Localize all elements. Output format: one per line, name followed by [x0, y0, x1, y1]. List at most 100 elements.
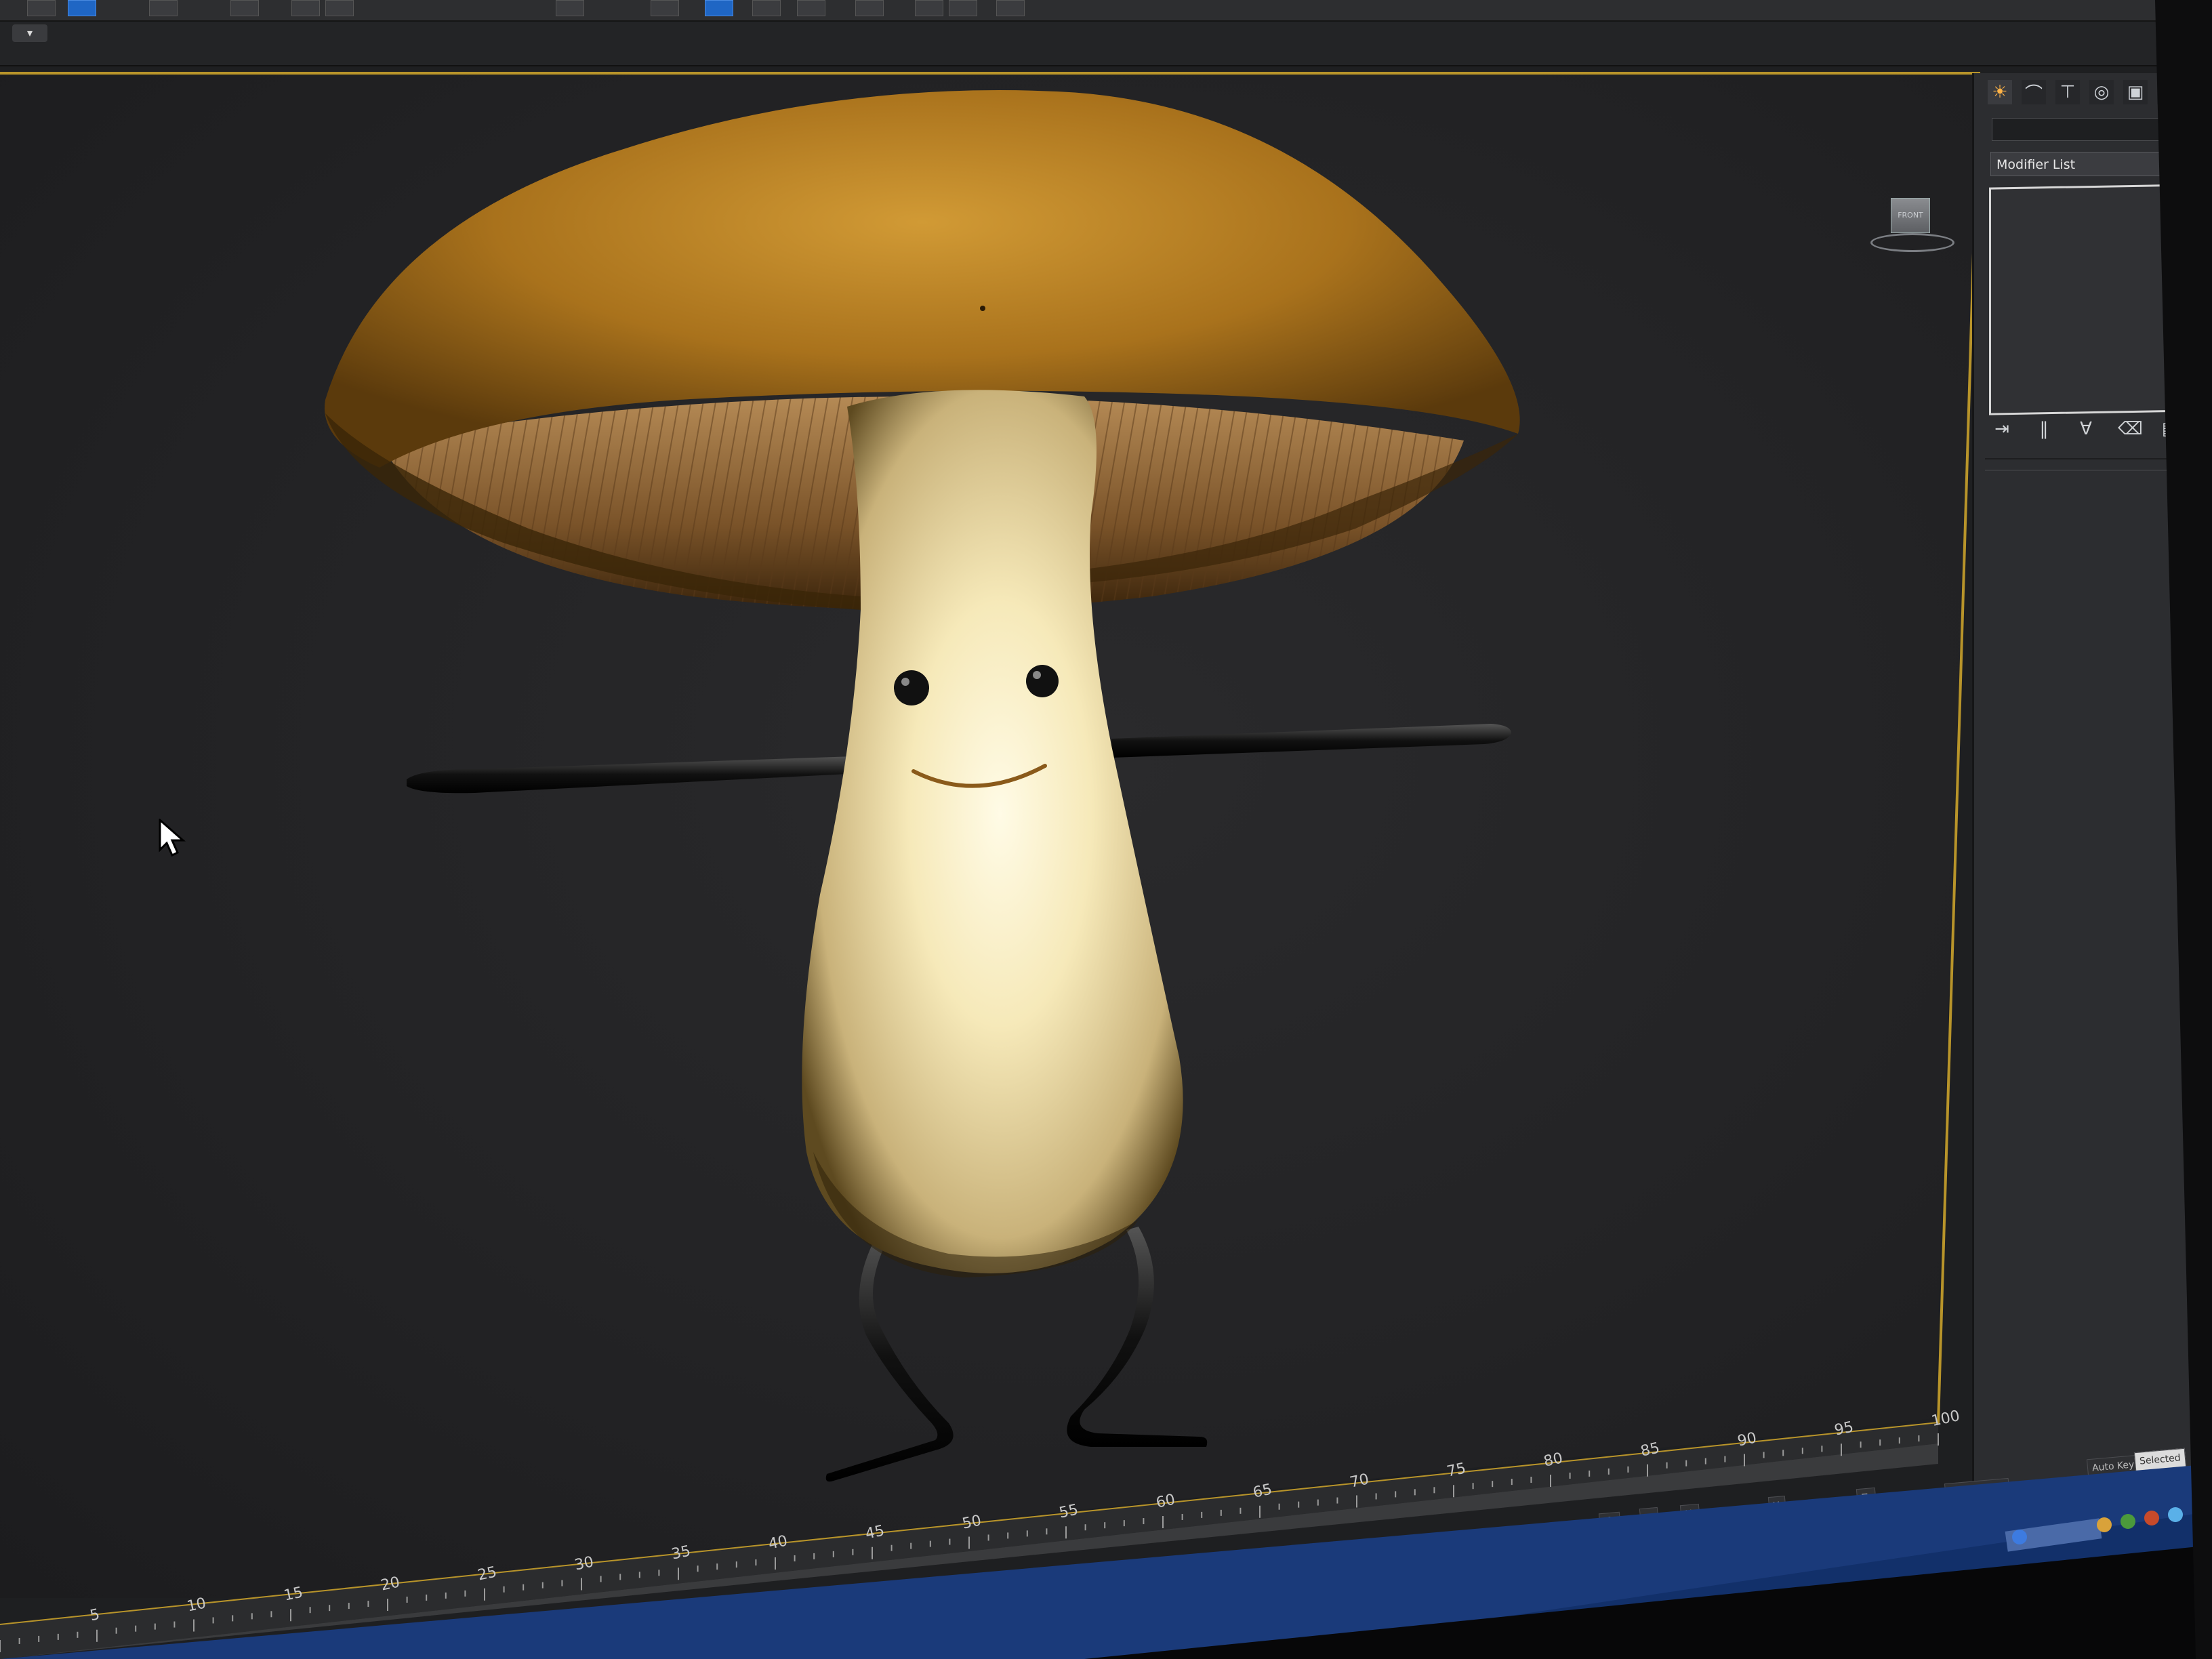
modifier-stack[interactable]	[1989, 184, 2196, 415]
toolbar-button[interactable]	[996, 0, 1025, 16]
create-tab[interactable]: ☀	[1988, 80, 2012, 104]
motion-icon: ◎	[2093, 82, 2110, 102]
z-coordinate[interactable]: Z:	[1856, 1487, 1877, 1509]
hammer-icon: ⚒	[2161, 82, 2177, 102]
object-name-input[interactable]	[1992, 118, 2180, 141]
toolbar-button[interactable]	[915, 0, 943, 16]
toolbar-button[interactable]	[752, 0, 781, 16]
pin-stack-button[interactable]: ⇥	[1992, 419, 2012, 439]
x-coordinate-label: X:	[1685, 1508, 1696, 1520]
lock-selection-button[interactable]: 🔒	[1598, 1511, 1622, 1533]
app-icon[interactable]	[2121, 1514, 2135, 1529]
timeline-tick-label: 15	[282, 1584, 305, 1605]
show-end-result-button[interactable]: ‖	[2034, 419, 2054, 439]
modify-tab[interactable]: ⌒	[2022, 80, 2046, 104]
app-icon[interactable]	[2097, 1517, 2112, 1532]
toolbar-button[interactable]	[651, 0, 679, 16]
toolbar-button[interactable]	[325, 0, 354, 16]
modifier-stack-tools: ⇥ ‖ ∀ ⌫ ▤	[1992, 419, 2180, 439]
z-coordinate-label: Z:	[1861, 1492, 1872, 1504]
chevron-down-icon: ▾	[26, 26, 33, 39]
toolbar-button[interactable]	[949, 0, 977, 16]
curve-icon: ⌒	[2024, 83, 2043, 104]
timeline-tick-label: 90	[1736, 1429, 1759, 1450]
modifier-list-label: Modifier List	[1996, 157, 2076, 172]
grid-label: Grid = 10.0	[1949, 1482, 2005, 1498]
display-icon: ▣	[2127, 82, 2144, 102]
command-panel: ☀ ⌒ ⊤ ◎ ▣ ⚒ Modifier List ▼ ⇥ ‖ ∀ ⌫ ▤	[1972, 73, 2212, 1510]
toolbar-button[interactable]	[230, 0, 259, 16]
key-filters-button[interactable]: Key Filters...	[2160, 1471, 2212, 1508]
pin-stack-icon: ⇥	[1994, 419, 2009, 439]
timeline-tick-label: 35	[670, 1542, 693, 1563]
timeline-tick-label: 10	[185, 1594, 208, 1616]
configure-sets-button[interactable]: ▤	[2160, 419, 2180, 439]
timeline-tick-label: 55	[1057, 1501, 1080, 1522]
mouse-pointer-icon	[159, 819, 186, 857]
timeline-tick-label: 50	[960, 1511, 983, 1533]
timeline-tick-label: 30	[573, 1553, 596, 1574]
absolute-mode-button[interactable]: ▦	[1639, 1507, 1660, 1528]
toolbar-button[interactable]	[556, 0, 584, 16]
modifier-list-arrow[interactable]: ▼	[2186, 152, 2202, 176]
utilities-tab[interactable]: ⚒	[2157, 80, 2182, 104]
lock-icon: 🔒	[1603, 1516, 1617, 1528]
viewcube-label: FRONT	[1898, 211, 1923, 220]
select-button[interactable]	[68, 0, 96, 16]
timeline-tick-label: 70	[1348, 1470, 1371, 1492]
make-unique-icon: ∀	[2080, 419, 2092, 439]
timeline-tick-label: 60	[1154, 1491, 1177, 1512]
right-leg	[1067, 1227, 1208, 1447]
app-icon[interactable]	[2012, 1530, 2027, 1544]
timeline-tick-label: 80	[1542, 1450, 1565, 1471]
timeline-tick-label: 75	[1445, 1460, 1468, 1481]
viewport-menu-button[interactable]: ▾	[12, 24, 47, 42]
show-end-result-icon: ‖	[2039, 419, 2049, 439]
hierarchy-tab[interactable]: ⊤	[2055, 80, 2080, 104]
display-tab[interactable]: ▣	[2123, 80, 2148, 104]
front-viewport[interactable]: FRONT	[0, 73, 1979, 1598]
y-coordinate[interactable]: Y:	[1767, 1495, 1787, 1517]
left-arm	[407, 756, 874, 794]
make-unique-button[interactable]: ∀	[2076, 419, 2096, 439]
transform-mode-icon: ▦	[1644, 1511, 1654, 1523]
timeline-tick-label: 65	[1251, 1481, 1274, 1502]
selected-label: Selected	[2139, 1452, 2182, 1467]
set-key-button[interactable]: Set Key	[2086, 1479, 2133, 1502]
right-arm	[1111, 724, 1511, 758]
app-icon[interactable]	[2144, 1511, 2159, 1525]
modifier-list-dropdown[interactable]: Modifier List	[1990, 152, 2186, 176]
object-color-swatch[interactable]	[2183, 118, 2200, 141]
right-eye	[1026, 665, 1059, 697]
right-eye-highlight	[1033, 671, 1041, 679]
command-panel-tabs: ☀ ⌒ ⊤ ◎ ▣ ⚒	[1988, 80, 2182, 104]
chevron-down-icon: ▼	[2190, 159, 2198, 169]
cap-spot	[980, 306, 985, 311]
x-coordinate[interactable]: X:	[1679, 1503, 1701, 1525]
toolbar-button[interactable]	[149, 0, 178, 16]
select-and-move-button[interactable]	[705, 0, 733, 16]
toolbar-button[interactable]	[797, 0, 825, 16]
left-eye-highlight	[901, 678, 909, 686]
timeline-tick-label: 40	[766, 1532, 790, 1553]
viewcube-compass-ring[interactable]	[1870, 233, 1954, 252]
viewcube[interactable]: FRONT	[1891, 198, 1930, 233]
toolbar-button[interactable]	[27, 0, 56, 16]
remove-modifier-button[interactable]: ⌫	[2118, 419, 2143, 439]
remove-modifier-icon: ⌫	[2118, 419, 2143, 439]
set-key-label: Set Key	[2091, 1483, 2129, 1498]
timeline-tick-label: 45	[863, 1522, 886, 1543]
y-coordinate-label: Y:	[1773, 1500, 1782, 1512]
secondary-toolbar	[0, 22, 2212, 66]
key-filters-label: Key Filters...	[2166, 1478, 2207, 1509]
toolbar-button[interactable]	[855, 0, 884, 16]
taskbar-button[interactable]	[2005, 1518, 2102, 1552]
left-eye	[894, 670, 929, 705]
timeline-tick-label: 85	[1639, 1439, 1662, 1460]
add-time-tag-button[interactable]: Add Time Tag	[1944, 1498, 2019, 1523]
monitor-screen: ▾ FRONT ☀ ⌒ ⊤ ◎ ▣ ⚒ Modifier List ▼ ⇥ ‖ …	[0, 0, 2212, 1659]
timeline-tick-label: 95	[1832, 1418, 1856, 1439]
toolbar-button[interactable]	[291, 0, 320, 16]
main-toolbar	[0, 0, 2212, 22]
motion-tab[interactable]: ◎	[2089, 80, 2114, 104]
